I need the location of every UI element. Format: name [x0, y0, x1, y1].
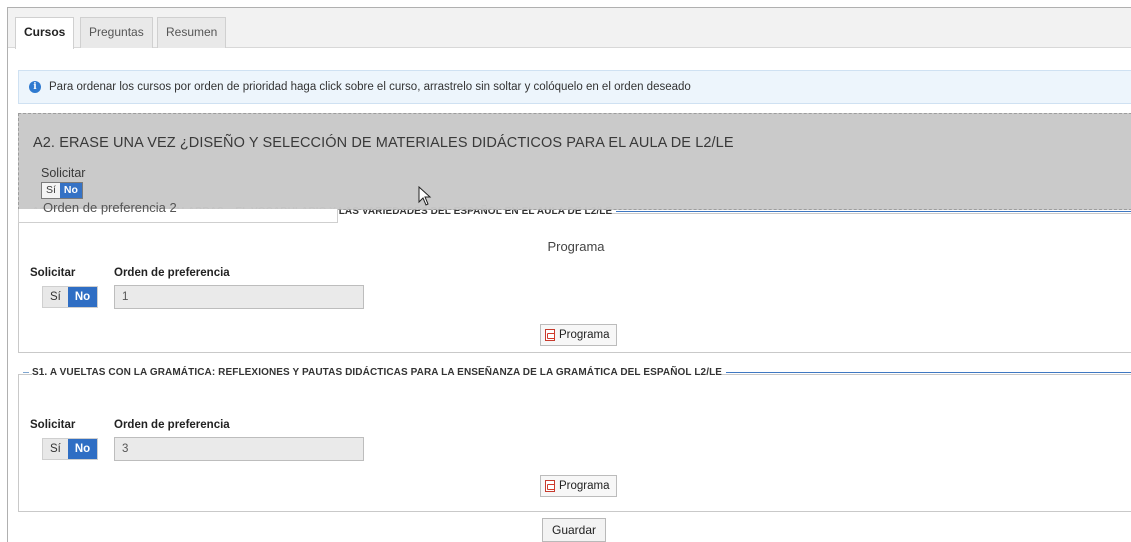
info-icon: i — [29, 81, 41, 93]
toggle-no[interactable]: No — [67, 439, 98, 459]
programa-button[interactable]: Programa — [540, 475, 617, 497]
dragging-course-title: A2. ERASE UNA VEZ ¿DISEÑO Y SELECCIÓN DE… — [33, 135, 734, 151]
toggle-si[interactable]: Sí — [43, 439, 68, 459]
course-s1-legend: S1. A VUELTAS CON LA GRAMÁTICA: REFLEXIO… — [23, 367, 1131, 378]
programa-button-label: Programa — [559, 329, 610, 341]
tab-resumen[interactable]: Resumen — [157, 17, 227, 48]
programa-button-label: Programa — [559, 480, 610, 492]
solicitar-toggle[interactable]: Sí No — [42, 286, 99, 308]
course-s1[interactable]: S1. A VUELTAS CON LA GRAMÁTICA: REFLEXIO… — [18, 367, 1131, 512]
dragging-pref-label: Orden de preferencia 2 — [43, 200, 177, 215]
tab-cursos[interactable]: Cursos — [15, 17, 75, 49]
pref-label: Orden de preferencia — [114, 419, 230, 431]
dragging-solicitar-toggle[interactable]: Sí No — [41, 182, 83, 199]
tab-bar: Cursos Preguntas Resumen — [8, 8, 1131, 49]
mouse-pointer-icon — [418, 186, 432, 206]
course-s1-title: S1. A VUELTAS CON LA GRAMÁTICA: REFLEXIO… — [32, 367, 723, 378]
programa-button[interactable]: Programa — [540, 324, 617, 346]
info-text: Para ordenar los cursos por orden de pri… — [49, 81, 691, 93]
pref-input[interactable]: 3 — [114, 437, 364, 461]
solicitar-toggle[interactable]: Sí No — [42, 438, 99, 460]
pdf-icon — [545, 480, 555, 492]
toggle-si[interactable]: Sí — [42, 183, 60, 198]
dragging-course-a2[interactable]: A2. ERASE UNA VEZ ¿DISEÑO Y SELECCIÓN DE… — [18, 113, 1131, 210]
pdf-icon — [545, 329, 555, 341]
dragging-pref-ghost: Orden de preferencia 2 — [18, 201, 338, 223]
toggle-no[interactable]: No — [59, 183, 82, 198]
course-a1-programa-text: Programa — [547, 239, 605, 254]
pref-label: Orden de preferencia — [114, 267, 230, 279]
tab-preguntas[interactable]: Preguntas — [80, 17, 153, 48]
course-a1[interactable]: A1. PALABRAS Y NO SOLO PALABRAS... EL VO… — [18, 206, 1131, 353]
main-panel: Cursos Preguntas Resumen i Para ordenar … — [7, 7, 1131, 542]
guardar-button[interactable]: Guardar — [542, 518, 607, 542]
solicitar-label: Solicitar — [30, 267, 76, 279]
dragging-solicitar-label: Solicitar — [41, 166, 86, 180]
info-banner: i Para ordenar los cursos por orden de p… — [18, 70, 1131, 104]
solicitar-label: Solicitar — [30, 419, 76, 431]
pref-input[interactable]: 1 — [114, 285, 364, 309]
toggle-no[interactable]: No — [67, 287, 98, 307]
toggle-si[interactable]: Sí — [43, 287, 68, 307]
